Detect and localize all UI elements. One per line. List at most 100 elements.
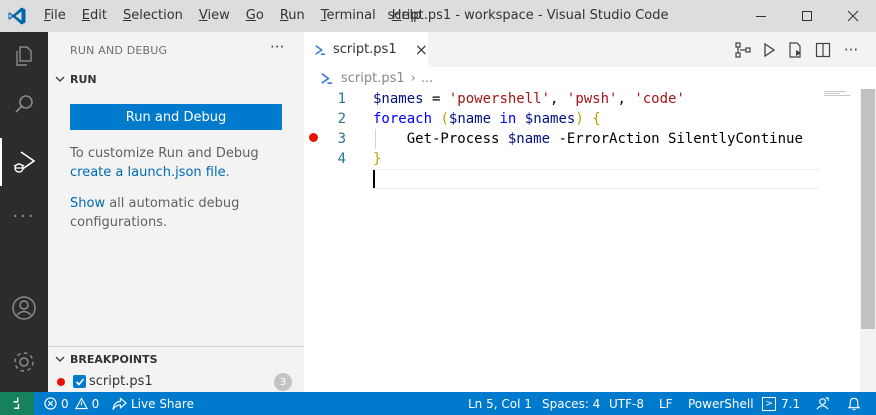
source-control-icon [735, 42, 751, 58]
run-selection-icon [789, 42, 801, 58]
more-actions-button[interactable]: ··· [840, 39, 862, 61]
run-debug-button[interactable] [0, 138, 48, 186]
play-icon [764, 42, 776, 58]
menu-item-selection[interactable]: Selection [115, 0, 191, 32]
menu-item-terminal[interactable]: Terminal [313, 0, 384, 32]
menu-item-help[interactable]: Help [384, 0, 430, 32]
title-bar: File Edit Selection View Go Run Terminal Help s… [0, 0, 876, 32]
menu-item-go[interactable]: Go [238, 0, 272, 32]
code-token: 'powershell' [448, 91, 551, 107]
code-token: ) [575, 111, 584, 127]
menu-item-run[interactable]: Run [272, 0, 313, 32]
sidebar-title: RUN AND DEBUG [70, 44, 168, 57]
error-icon [44, 397, 57, 410]
auto-debug-text: Show all automatic debug configurations. [70, 194, 296, 232]
tab-close-button[interactable]: × [415, 40, 428, 59]
chevron-down-icon [55, 76, 65, 82]
manage-button[interactable] [0, 338, 48, 386]
notifications-button[interactable] [847, 392, 861, 415]
feedback-icon [816, 397, 829, 410]
activity-bar: ··· [0, 32, 48, 392]
cursor-position[interactable]: Ln 5, Col 1 [468, 392, 532, 415]
line-number: 4 [337, 151, 346, 167]
breakpoints-section-header[interactable]: BREAKPOINTS [48, 348, 304, 370]
close-window-button[interactable] [830, 0, 876, 32]
create-launch-json-link[interactable]: create a launch.json file [70, 165, 226, 180]
maximize-button[interactable] [784, 0, 830, 32]
ellipsis-icon: ··· [12, 205, 36, 227]
code-line-2: foreach ($name in $names) { [373, 109, 601, 129]
section-divider [48, 346, 304, 347]
code-token: = [423, 91, 449, 107]
tab-script-ps1[interactable]: script.ps1 × [304, 32, 428, 67]
code-token: , [617, 91, 635, 107]
sidebar-more-button[interactable]: ··· [270, 38, 284, 56]
breakpoints-section-title: BREAKPOINTS [70, 352, 158, 366]
run-debug-icon [13, 151, 36, 173]
minimap[interactable] [824, 91, 854, 97]
code-token: ( [440, 111, 449, 127]
live-share-icon [112, 396, 127, 410]
open-changes-button[interactable] [732, 39, 754, 61]
vscode-logo-icon [8, 7, 26, 25]
powershell-version-label: 7.1 [781, 396, 801, 411]
run-help-line1: To customize Run and Debug [70, 146, 259, 161]
gear-icon [14, 352, 34, 372]
code-editor[interactable]: 1 2 3 4 $names = 'powershell', 'pwsh', '… [304, 89, 860, 392]
breadcrumb-symbols[interactable]: ... [421, 71, 433, 86]
search-button[interactable] [0, 80, 48, 128]
split-editor-icon [815, 42, 831, 58]
problems-button[interactable]: 0 0 [44, 392, 99, 415]
code-token: } [373, 151, 382, 167]
run-section-title: RUN [70, 72, 97, 86]
breakpoint-checkbox[interactable] [73, 375, 86, 388]
remote-icon [13, 397, 20, 409]
breadcrumb: script.ps1 › ... [304, 67, 856, 89]
accounts-button[interactable] [0, 284, 48, 332]
menu-item-file[interactable]: File [36, 0, 74, 32]
breadcrumb-file[interactable]: script.ps1 [341, 71, 405, 86]
breakpoint-item[interactable]: script.ps1 [48, 371, 304, 392]
menu-item-view[interactable]: View [191, 0, 238, 32]
maximize-icon [802, 11, 812, 21]
warning-count: 0 [91, 396, 100, 411]
encoding-setting[interactable]: UTF-8 [609, 392, 644, 415]
language-mode[interactable]: PowerShell [688, 392, 754, 415]
indentation-setting[interactable]: Spaces: 4 [542, 392, 600, 415]
code-token: -ErrorAction SilentlyContinue [550, 131, 803, 147]
text-cursor [373, 170, 375, 188]
run-file-button[interactable] [758, 39, 780, 61]
minimize-button[interactable] [738, 0, 784, 32]
run-selection-button[interactable] [784, 39, 806, 61]
run-section-header[interactable]: RUN [48, 68, 304, 90]
feedback-button[interactable] [815, 392, 830, 415]
line-number: 1 [337, 91, 346, 107]
files-icon [16, 46, 32, 66]
powershell-version[interactable]: > 7.1 [762, 392, 800, 415]
run-and-debug-button[interactable]: Run and Debug [70, 104, 282, 130]
breakpoint-marker-icon[interactable] [309, 133, 318, 142]
auto-debug-line1: all automatic debug [105, 196, 240, 211]
run-help-text: To customize Run and Debug create a laun… [70, 144, 296, 182]
code-line-4: } [373, 149, 381, 169]
more-views-button[interactable]: ··· [0, 192, 48, 240]
powershell-file-icon [315, 44, 326, 55]
live-share-button[interactable]: Live Share [112, 392, 194, 415]
line-number: 3 [337, 131, 346, 147]
show-configurations-link[interactable]: Show [70, 196, 105, 211]
eol-setting[interactable]: LF [659, 392, 673, 415]
code-token: 'pwsh' [566, 91, 618, 107]
run-debug-sidebar: RUN AND DEBUG ··· RUN Run and Debug To c… [48, 32, 304, 392]
current-line-highlight [373, 169, 819, 189]
explorer-button[interactable] [0, 32, 48, 80]
editor-tab-bar: script.ps1 × ··· [304, 32, 876, 67]
code-token: Get-Process [373, 131, 508, 147]
ellipsis-icon: ··· [843, 41, 859, 59]
scrollbar-thumb[interactable] [861, 89, 875, 329]
auto-debug-line2: configurations. [70, 215, 168, 230]
remote-button[interactable] [0, 392, 34, 415]
split-editor-button[interactable] [812, 39, 834, 61]
menu-item-edit[interactable]: Edit [74, 0, 115, 32]
code-token: , [550, 91, 567, 107]
